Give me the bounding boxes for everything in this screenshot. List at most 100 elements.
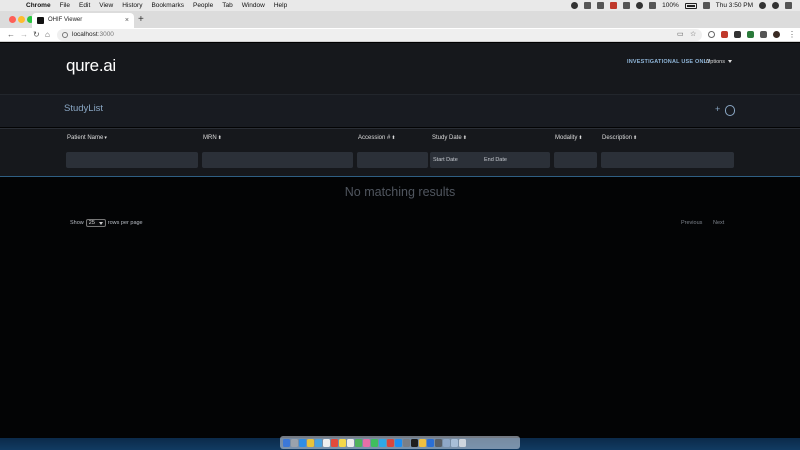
start-date-input[interactable]: Start Date xyxy=(433,152,458,168)
studylist-bar: StudyList + xyxy=(0,94,800,127)
end-date-input[interactable]: End Date xyxy=(484,152,507,168)
volume-icon[interactable] xyxy=(649,2,657,9)
accession-filter-input[interactable] xyxy=(357,152,428,168)
maps-icon[interactable] xyxy=(355,438,362,447)
clock[interactable]: Thu 3:50 PM xyxy=(716,0,753,11)
upload-icon[interactable] xyxy=(725,105,735,116)
url-port: :3000 xyxy=(97,31,114,38)
menu-kebab-icon[interactable]: ⋮ xyxy=(788,29,796,41)
calendar-icon[interactable] xyxy=(331,438,338,447)
window-close-icon[interactable] xyxy=(9,16,16,23)
downloads-folder-icon[interactable] xyxy=(443,438,450,447)
col-description[interactable]: Description⬍ xyxy=(602,135,637,141)
vscode-icon[interactable] xyxy=(427,438,434,447)
study-date-range-input[interactable]: Start Date End Date xyxy=(430,152,550,168)
forward-icon[interactable]: → xyxy=(20,29,28,41)
study-filters: Patient Name▾ MRN⬍ Accession #⬍ Study Da… xyxy=(0,128,800,177)
new-tab-button[interactable]: + xyxy=(138,13,144,26)
messages-icon[interactable] xyxy=(371,438,378,447)
qure-logo[interactable]: qure.ai xyxy=(66,56,116,76)
home-icon[interactable]: ⌂ xyxy=(45,29,50,41)
col-patient-name[interactable]: Patient Name▾ xyxy=(67,135,107,141)
app-store-icon[interactable] xyxy=(395,438,402,447)
url-text[interactable]: localhost:3000 xyxy=(72,29,114,41)
extension-shield-icon[interactable] xyxy=(721,31,728,38)
description-filter-input[interactable] xyxy=(601,152,734,168)
menu-bookmarks[interactable]: Bookmarks xyxy=(151,0,184,11)
launchpad-icon[interactable] xyxy=(291,438,298,447)
next-page-button[interactable]: Next xyxy=(713,220,724,226)
add-study-button[interactable]: + xyxy=(715,104,720,114)
trash-icon[interactable] xyxy=(459,438,466,447)
contacts-icon[interactable] xyxy=(323,438,330,447)
cloud-icon[interactable] xyxy=(584,2,592,9)
modality-filter-input[interactable] xyxy=(554,152,597,168)
safari-icon[interactable] xyxy=(299,438,306,447)
battery-icon[interactable] xyxy=(684,2,697,9)
address-bar[interactable]: localhost:3000 ▭ ☆ xyxy=(57,29,702,41)
extension-camera-icon[interactable] xyxy=(734,31,741,38)
previous-page-button[interactable]: Previous xyxy=(681,220,702,226)
options-dropdown[interactable]: Options xyxy=(706,59,732,65)
col-mrn[interactable]: MRN⬍ xyxy=(203,135,222,141)
menu-history[interactable]: History xyxy=(122,0,142,11)
tab-ohif-viewer[interactable]: OHIF Viewer × xyxy=(32,13,134,28)
music-icon[interactable] xyxy=(387,438,394,447)
app-status-icon[interactable] xyxy=(610,2,618,9)
menu-app-name[interactable]: Chrome xyxy=(26,0,51,11)
menu-tab[interactable]: Tab xyxy=(222,0,232,11)
patient-name-filter-input[interactable] xyxy=(66,152,198,168)
notification-center-icon[interactable] xyxy=(785,2,792,9)
browser-tab-strip: OHIF Viewer × + xyxy=(0,11,800,28)
show-label: Show xyxy=(70,220,84,226)
reminders-icon[interactable] xyxy=(347,438,354,447)
extension-green-icon[interactable] xyxy=(747,31,754,38)
dock xyxy=(280,436,520,449)
bookmark-star-icon[interactable]: ☆ xyxy=(690,31,696,39)
col-mrn-label: MRN xyxy=(203,135,217,141)
wifi-icon[interactable] xyxy=(636,2,644,9)
menu-help[interactable]: Help xyxy=(274,0,287,11)
system-preferences-icon[interactable] xyxy=(403,438,410,447)
sort-icon: ⬍ xyxy=(633,135,638,141)
profile-avatar[interactable] xyxy=(773,31,780,38)
extensions-puzzle-icon[interactable] xyxy=(760,31,767,38)
photos-icon[interactable] xyxy=(363,438,370,447)
facetime-icon[interactable] xyxy=(379,438,386,447)
mail-icon[interactable] xyxy=(315,438,322,447)
notes-icon[interactable] xyxy=(339,438,346,447)
apple-icon[interactable] xyxy=(10,2,18,10)
menu-view[interactable]: View xyxy=(99,0,113,11)
terminal-icon[interactable] xyxy=(411,438,418,447)
shield-icon[interactable] xyxy=(597,2,605,9)
col-study-date[interactable]: Study Date⬍ xyxy=(432,135,467,141)
col-modality[interactable]: Modality⬍ xyxy=(555,135,583,141)
finder-icon[interactable] xyxy=(283,438,290,447)
cast-icon[interactable]: ▭ xyxy=(677,31,684,39)
mrn-filter-input[interactable] xyxy=(202,152,353,168)
chrome-app-icon[interactable] xyxy=(419,438,426,447)
col-modality-label: Modality xyxy=(555,135,578,141)
extension-circle-icon[interactable] xyxy=(708,31,715,38)
preview-icon[interactable] xyxy=(435,438,442,447)
window-minimize-icon[interactable] xyxy=(18,16,25,23)
bluetooth-icon[interactable] xyxy=(623,2,631,9)
search-icon[interactable] xyxy=(759,2,766,9)
menu-people[interactable]: People xyxy=(193,0,213,11)
sort-desc-icon: ▾ xyxy=(104,135,107,141)
menu-file[interactable]: File xyxy=(60,0,70,11)
chrome-icon[interactable] xyxy=(307,438,314,447)
rows-per-page-select[interactable]: 25 xyxy=(85,219,106,227)
menu-edit[interactable]: Edit xyxy=(79,0,90,11)
back-icon[interactable]: ← xyxy=(7,29,15,41)
reload-icon[interactable]: ↻ xyxy=(33,29,40,41)
siri-icon[interactable] xyxy=(772,2,779,9)
record-icon[interactable] xyxy=(571,2,579,9)
site-info-icon[interactable] xyxy=(62,32,68,38)
tab-close-icon[interactable]: × xyxy=(125,13,129,28)
flag-icon[interactable] xyxy=(702,2,710,9)
url-host: localhost xyxy=(72,31,98,38)
documents-folder-icon[interactable] xyxy=(451,438,458,447)
col-accession[interactable]: Accession #⬍ xyxy=(358,135,396,141)
menu-window[interactable]: Window xyxy=(242,0,265,11)
